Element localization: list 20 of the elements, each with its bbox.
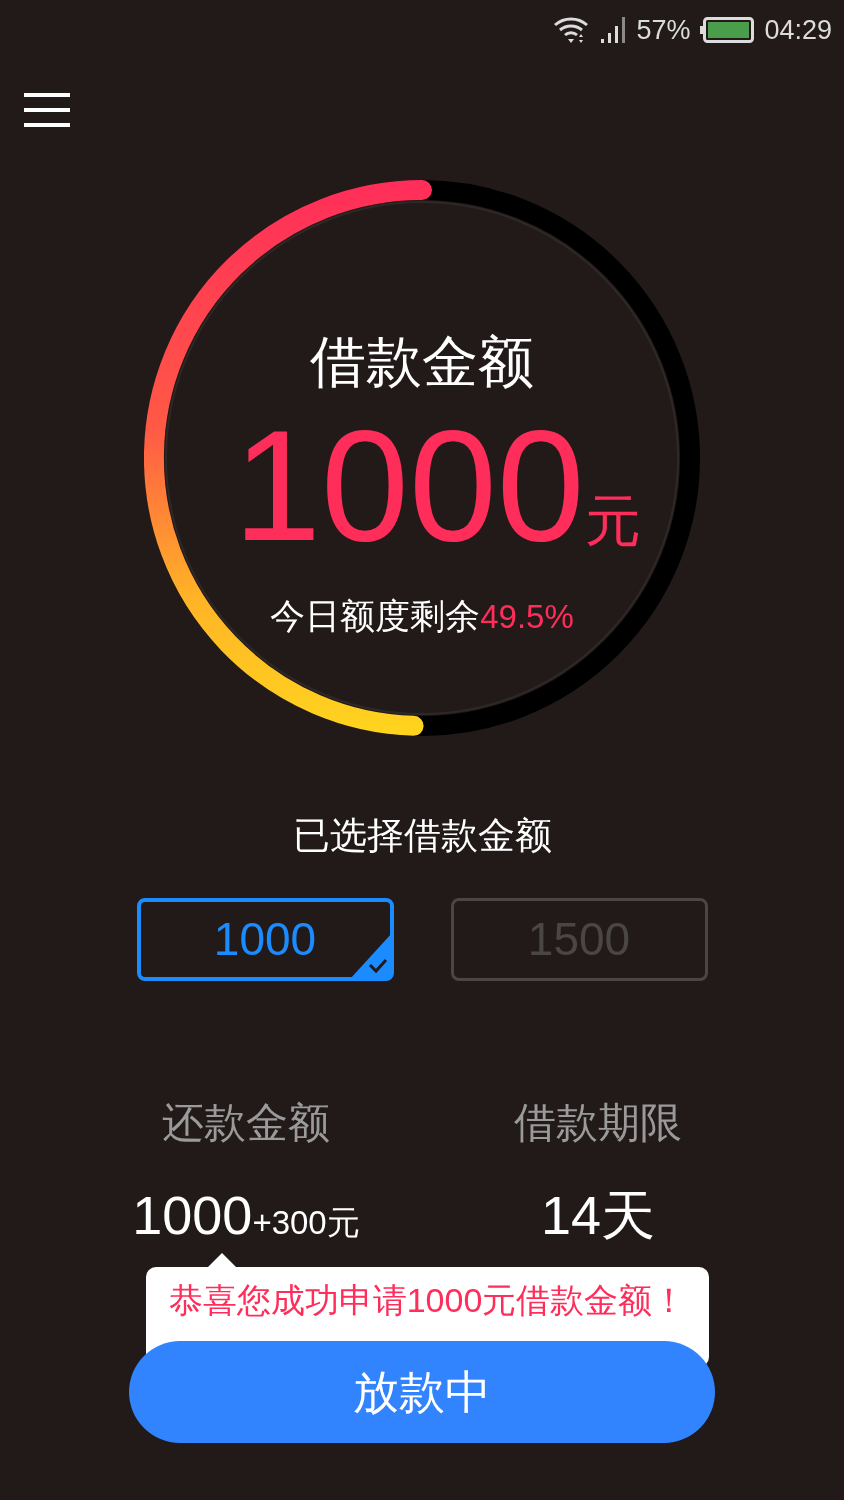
signal-icon: [600, 16, 627, 44]
summary-value: 14天: [540, 1185, 656, 1245]
battery-icon: [700, 17, 755, 43]
summary-extra: +300元: [252, 1203, 360, 1243]
tooltip-message: 恭喜您成功申请1000元借款金额！: [167, 1280, 688, 1321]
amount-option[interactable]: 1000: [136, 898, 394, 981]
remaining-value: 49.5%: [480, 597, 574, 637]
menu-icon[interactable]: [24, 93, 70, 127]
remaining-label: 今日额度剩余: [270, 595, 481, 637]
gauge-title: 借款金额: [310, 330, 534, 394]
battery-percent: 57%: [636, 13, 691, 47]
amount-unit: 元: [584, 491, 641, 551]
clock-time: 04:29: [764, 13, 832, 47]
summary-label: 还款金额: [161, 1099, 331, 1147]
check-corner-icon: [349, 933, 392, 979]
status-button[interactable]: 放款中: [129, 1341, 715, 1443]
summary-value: 1000: [132, 1185, 253, 1245]
summary-label: 借款期限: [513, 1099, 683, 1147]
loan-amount: 1000: [233, 400, 585, 570]
section-title: 已选择借款金额: [291, 814, 553, 858]
